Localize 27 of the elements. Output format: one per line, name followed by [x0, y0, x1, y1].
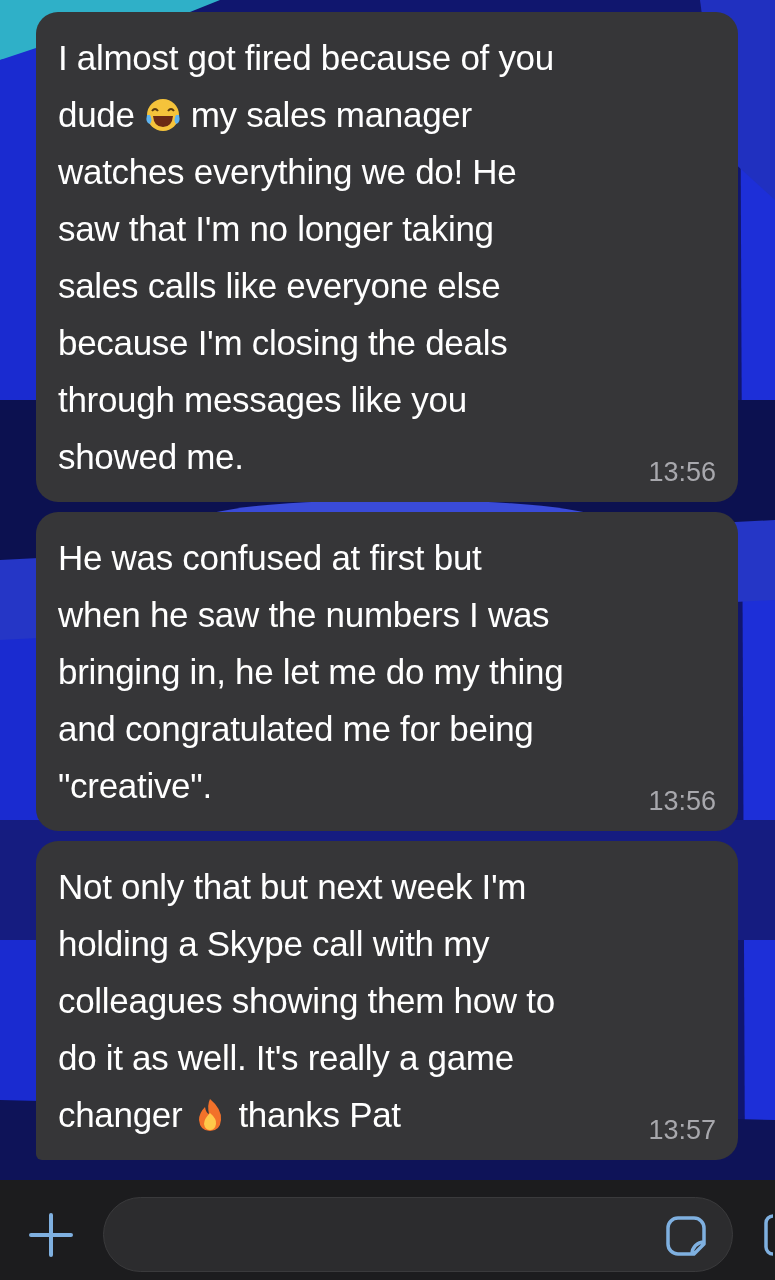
message-text: dude — [58, 94, 135, 136]
message-time: 13:56 — [648, 456, 716, 489]
message-text: holding a Skype call with my — [58, 923, 490, 965]
message-text: showed me. — [58, 436, 244, 478]
message-text: changer — [58, 1094, 183, 1136]
message-text: my sales manager — [190, 94, 472, 136]
message-text: "creative". — [58, 765, 212, 807]
message-text: through messages like you — [58, 379, 467, 421]
message-text: when he saw the numbers I was — [58, 594, 550, 636]
message-text: saw that I'm no longer taking — [58, 208, 494, 250]
message-text: do it as well. It's really a game — [58, 1037, 514, 1079]
message-text: because I'm closing the deals — [58, 322, 508, 364]
message-text: thanks Pat — [238, 1094, 401, 1136]
message-text: I almost got fired because of you — [58, 37, 554, 79]
sticker-icon[interactable] — [664, 1214, 708, 1258]
message-text: sales calls like everyone else — [58, 265, 501, 307]
message-text: watches everything we do! He — [58, 151, 517, 193]
message-text: colleagues showing them how to — [58, 980, 555, 1022]
camera-icon[interactable] — [764, 1214, 775, 1256]
plus-icon[interactable] — [28, 1212, 74, 1258]
laughing-emoji-icon — [144, 96, 181, 133]
message-text: Not only that but next week I'm — [58, 866, 527, 908]
message-time: 13:56 — [648, 785, 716, 818]
message-text: and congratulated me for being — [58, 708, 534, 750]
message-time: 13:57 — [648, 1114, 716, 1147]
message-text: He was confused at first but — [58, 537, 482, 579]
message-text: bringing in, he let me do my thing — [58, 651, 564, 693]
